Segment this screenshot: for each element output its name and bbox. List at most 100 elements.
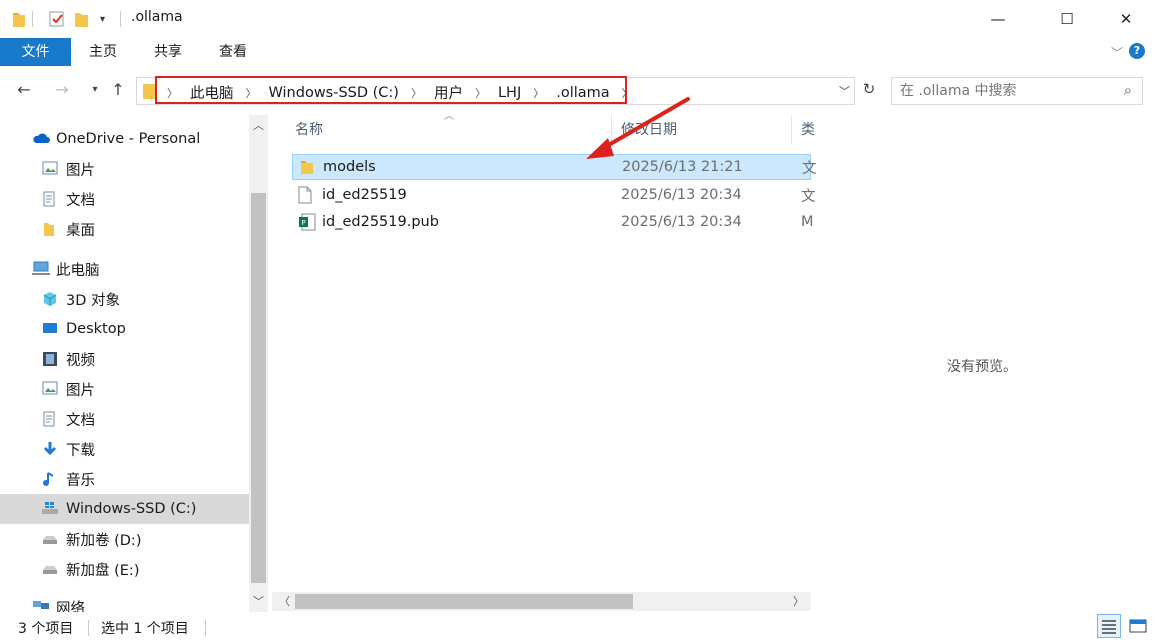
scrollbar-thumb[interactable]: [251, 193, 266, 583]
music-icon: [42, 471, 58, 487]
file-list: ︿ 名称 修改日期 类 models 2025/6/13 21:21 文 id_…: [272, 111, 817, 612]
divider: [120, 9, 121, 29]
nav-item-videos[interactable]: 视频: [0, 344, 249, 374]
address-dropdown-icon[interactable]: ﹀: [839, 83, 850, 99]
nav-item-music[interactable]: 音乐: [0, 464, 249, 494]
nav-item-label: 视频: [66, 352, 95, 369]
tab-share[interactable]: 共享: [151, 38, 185, 66]
3d-objects-icon: [42, 291, 58, 307]
nav-item-label: Desktop: [66, 321, 126, 337]
recent-locations-button[interactable]: ▾: [85, 84, 105, 106]
nav-item-onedrive-documents[interactable]: 文档: [0, 184, 249, 214]
videos-icon: [42, 351, 58, 367]
folder-icon: [299, 159, 315, 177]
scroll-up-icon[interactable]: ︿: [253, 117, 264, 133]
file-modified: 2025/6/13 21:21: [622, 159, 743, 175]
annotation-highlight-box: [155, 76, 627, 104]
nav-item-label: 文档: [66, 412, 95, 429]
nav-item-label: 新加卷 (D:): [66, 532, 142, 549]
ribbon: 文件 主页 共享 查看 ﹀ ?: [0, 38, 1157, 68]
scrollbar-thumb[interactable]: [295, 594, 633, 609]
customize-toolbar-icon[interactable]: ▾: [100, 9, 105, 29]
nav-item-label: 文档: [66, 192, 95, 209]
tab-view[interactable]: 查看: [216, 38, 250, 66]
nav-item-label: 图片: [66, 382, 95, 399]
horizontal-scrollbar[interactable]: 〈 〉: [272, 592, 811, 611]
forward-button[interactable]: →: [52, 80, 72, 102]
maximize-button[interactable]: ☐: [1044, 0, 1090, 38]
column-divider[interactable]: [791, 115, 792, 145]
file-name: id_ed25519.pub: [322, 214, 439, 230]
minimize-button[interactable]: —: [975, 0, 1021, 38]
table-row[interactable]: id_ed25519 2025/6/13 20:34 文: [292, 182, 816, 208]
search-input[interactable]: [900, 81, 1110, 101]
help-icon[interactable]: ?: [1129, 43, 1145, 59]
nav-item-drive-e[interactable]: 新加盘 (E:): [0, 554, 249, 584]
tab-file[interactable]: 文件: [0, 38, 71, 66]
svg-text:P: P: [301, 219, 305, 227]
status-bar: 3 个项目 选中 1 个项目: [0, 612, 1157, 642]
drive-icon: [42, 561, 58, 577]
publisher-file-icon: P: [298, 213, 316, 231]
refresh-icon: ↻: [862, 80, 876, 98]
divider: [205, 620, 206, 636]
back-button[interactable]: ←: [14, 80, 34, 102]
file-name: models: [323, 159, 376, 175]
nav-item-downloads[interactable]: 下载: [0, 434, 249, 464]
details-view-button[interactable]: [1097, 614, 1121, 638]
scroll-down-icon[interactable]: ﹀: [253, 593, 264, 609]
sort-ascending-icon: ︿: [444, 111, 454, 122]
nav-item-desktop[interactable]: Desktop: [0, 314, 249, 344]
scroll-right-icon[interactable]: 〉: [793, 593, 804, 609]
up-button[interactable]: ↑: [108, 80, 128, 102]
scroll-left-icon[interactable]: 〈: [279, 593, 290, 609]
folder-icon: [42, 221, 58, 237]
minimize-icon: —: [990, 10, 1006, 28]
refresh-button[interactable]: ↻: [858, 80, 880, 102]
nav-item-onedrive-desktop[interactable]: 桌面: [0, 214, 249, 244]
column-header-modified[interactable]: 修改日期: [621, 115, 677, 145]
desktop-icon: [42, 321, 58, 337]
search-box[interactable]: ⌕: [891, 77, 1143, 105]
window-title: .ollama: [131, 9, 183, 25]
nav-item-windows-ssd[interactable]: Windows-SSD (C:): [0, 494, 249, 524]
nav-item-label: 此电脑: [56, 262, 100, 279]
details-view-icon: [1102, 620, 1116, 634]
search-icon[interactable]: ⌕: [1124, 81, 1132, 99]
preview-pane: 没有预览。: [811, 115, 1157, 612]
title-folder-icon: [12, 9, 26, 29]
divider: [88, 620, 89, 636]
file-name: id_ed25519: [322, 187, 407, 203]
tab-home[interactable]: 主页: [86, 38, 120, 66]
close-button[interactable]: ✕: [1103, 0, 1149, 38]
large-icons-view-icon: [1129, 619, 1147, 633]
close-icon: ✕: [1119, 10, 1133, 28]
nav-item-label: 3D 对象: [66, 292, 120, 309]
pictures-icon: [42, 161, 58, 177]
nav-item-onedrive-pictures[interactable]: 图片: [0, 154, 249, 184]
expand-ribbon-icon[interactable]: ﹀: [1111, 44, 1123, 61]
column-header-name[interactable]: 名称: [295, 115, 323, 145]
new-folder-icon[interactable]: [74, 9, 90, 29]
title-bar: ▾ .ollama — ☐ ✕: [0, 0, 1157, 38]
arrow-up-icon: ↑: [111, 80, 125, 99]
downloads-icon: [42, 441, 58, 457]
large-icons-view-button[interactable]: [1126, 614, 1150, 638]
nav-item-documents[interactable]: 文档: [0, 404, 249, 434]
table-row[interactable]: models 2025/6/13 21:21 文: [292, 154, 817, 180]
nav-item-network[interactable]: 网络: [0, 592, 249, 612]
column-divider[interactable]: [611, 115, 612, 145]
nav-scrollbar[interactable]: ︿ ﹀: [249, 115, 268, 612]
nav-item-3d-objects[interactable]: 3D 对象: [0, 284, 249, 314]
table-row[interactable]: P id_ed25519.pub 2025/6/13 20:34 M: [292, 209, 814, 235]
network-icon: [32, 599, 49, 612]
properties-icon[interactable]: [48, 9, 66, 29]
arrow-right-icon: →: [55, 80, 69, 99]
nav-item-this-pc[interactable]: 此电脑: [0, 254, 249, 284]
nav-item-label: 网络: [56, 600, 85, 613]
nav-item-onedrive[interactable]: OneDrive - Personal: [0, 124, 249, 154]
nav-item-pictures[interactable]: 图片: [0, 374, 249, 404]
nav-item-drive-d[interactable]: 新加卷 (D:): [0, 524, 249, 554]
maximize-icon: ☐: [1060, 10, 1074, 28]
pictures-icon: [42, 381, 58, 397]
